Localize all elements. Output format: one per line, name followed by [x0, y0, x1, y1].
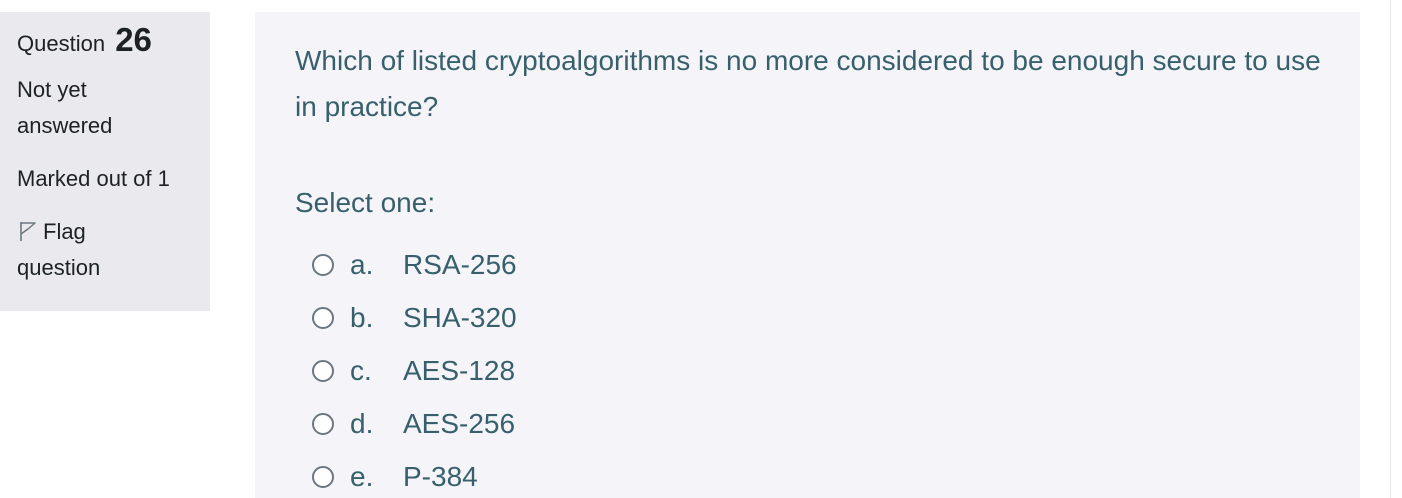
answer-text[interactable]: SHA-320 [403, 302, 517, 334]
answer-text[interactable]: AES-256 [403, 408, 515, 440]
question-label: Question [17, 31, 106, 56]
question-text: Which of listed cryptoalgorithms is no m… [295, 45, 1321, 122]
question-content: Which of listed cryptoalgorithms is no m… [255, 12, 1360, 498]
answer-option-a[interactable]: a. RSA-256 [295, 238, 1320, 291]
answer-text[interactable]: AES-128 [403, 355, 515, 387]
flag-question-button[interactable]: Flag question [17, 214, 167, 286]
answer-text[interactable]: P-384 [403, 461, 478, 493]
question-number: 26 [115, 21, 152, 58]
answer-option-b[interactable]: b. SHA-320 [295, 291, 1320, 344]
radio-unchecked-icon[interactable] [312, 359, 334, 382]
answer-options: a. RSA-256 b. SHA-320 c. AES-128 d. AES-… [295, 238, 1320, 498]
answer-letter: a. [350, 248, 374, 280]
select-one-prompt: Select one: [295, 187, 436, 218]
radio-unchecked-icon[interactable] [312, 306, 334, 329]
answer-option-e[interactable]: e. P-384 [295, 450, 1320, 498]
radio-unchecked-icon[interactable] [312, 412, 334, 435]
answer-text[interactable]: RSA-256 [403, 249, 517, 281]
question-grade: Marked out of 1 [17, 166, 170, 191]
page-scrollbar[interactable] [1390, 0, 1402, 498]
flag-icon [17, 217, 39, 241]
quiz-page: Question 26 Not yet answered Marked out … [0, 0, 1402, 498]
answer-letter: e. [350, 460, 374, 492]
question-info-panel: Question 26 Not yet answered Marked out … [0, 12, 210, 311]
answer-option-d[interactable]: d. AES-256 [295, 397, 1320, 450]
answer-option-c[interactable]: c. AES-128 [295, 344, 1320, 397]
question-number-line: Question 26 [17, 23, 210, 61]
answer-letter: d. [350, 407, 374, 439]
question-state: Not yet answered [17, 77, 113, 138]
radio-unchecked-icon[interactable] [312, 253, 334, 276]
answer-letter: b. [350, 301, 374, 333]
radio-unchecked-icon[interactable] [312, 465, 334, 488]
answer-letter: c. [350, 354, 372, 386]
